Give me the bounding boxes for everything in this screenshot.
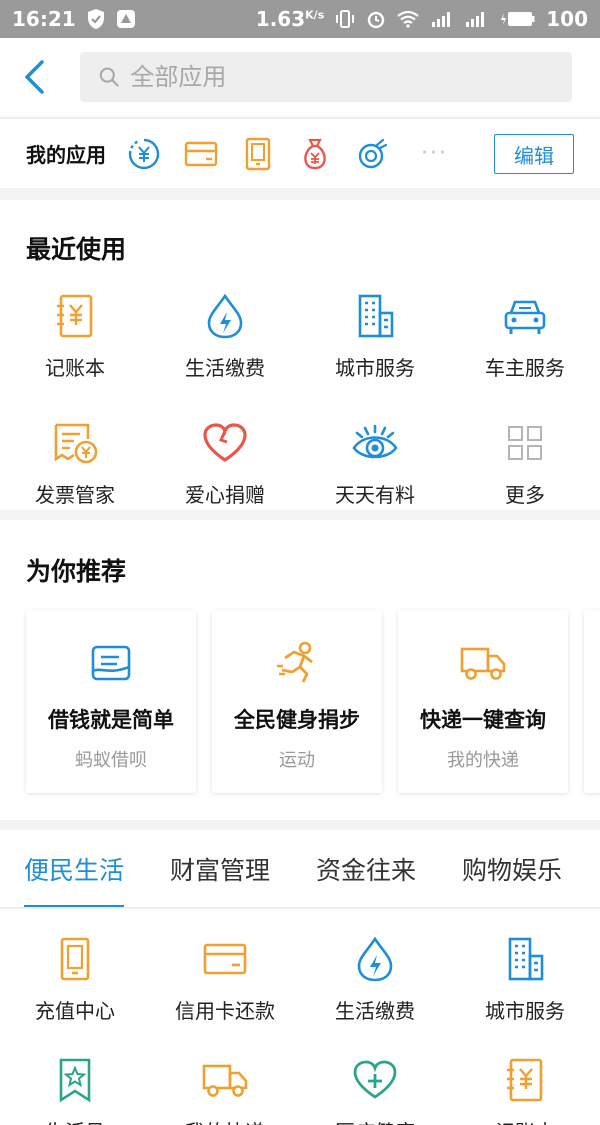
card-title: 借钱就是简单: [48, 708, 174, 732]
category-item-ledger[interactable]: 记账本: [450, 1054, 600, 1125]
recommend-card-loan[interactable]: 借钱就是简单 蚂蚁借呗: [26, 610, 196, 793]
search-input[interactable]: [130, 63, 572, 91]
recent-item-label: 生活缴费: [185, 356, 265, 380]
card-icon[interactable]: [183, 136, 219, 172]
recommend-card-partial[interactable]: [584, 610, 600, 793]
category-item-city[interactable]: 城市服务: [450, 933, 600, 1024]
building-icon: [499, 933, 551, 985]
heart-icon: [199, 417, 251, 469]
runner-icon: [272, 638, 322, 688]
recent-item-ledger[interactable]: 记账本: [0, 290, 150, 381]
category-item-recharge[interactable]: 充值中心: [0, 933, 150, 1024]
card-subtitle: 蚂蚁借呗: [75, 750, 147, 771]
dragon-icon[interactable]: [354, 136, 390, 172]
recent-item-label: 发票管家: [35, 483, 115, 507]
ledger-icon: [49, 290, 101, 342]
grid-more-icon: [499, 417, 551, 469]
search-header: [0, 38, 600, 116]
edit-button[interactable]: 编辑: [494, 134, 574, 174]
category-item-express[interactable]: 我的快递: [150, 1054, 300, 1125]
category-item-label: 我的快递: [185, 1116, 265, 1125]
truck-icon: [199, 1054, 251, 1106]
signal-icon: [464, 10, 488, 28]
more-dots: ···: [421, 141, 448, 166]
recommend-section: 为你推荐 借钱就是简单 蚂蚁借呗 全民健身捐步 运动 快递一键查询 我的快递: [0, 520, 600, 820]
recent-section: 最近使用 记账本 生活缴费 城市服务 车主服务 发票管家 爱心捐赠 天天有料 更…: [0, 200, 600, 510]
recent-item-label: 记账本: [45, 356, 105, 380]
alarm-icon: [366, 9, 386, 29]
category-tabs: 便民生活 财富管理 资金往来 购物娱乐: [0, 830, 600, 908]
wifi-icon: [396, 10, 420, 28]
vibrate-icon: [334, 9, 356, 29]
building-icon: [349, 290, 401, 342]
recommend-title: 为你推荐: [26, 557, 127, 586]
network-speed-unit: K/s: [305, 8, 325, 22]
water-bolt-icon: [349, 933, 401, 985]
ledger-icon: [499, 1054, 551, 1106]
category-item-credit-card[interactable]: 信用卡还款: [150, 933, 300, 1024]
my-apps-title: 我的应用: [26, 143, 106, 167]
recent-item-utilities[interactable]: 生活缴费: [150, 290, 300, 381]
recent-item-invoice[interactable]: 发票管家: [0, 417, 150, 508]
tab-transfers[interactable]: 资金往来: [316, 830, 416, 907]
recent-item-label: 爱心捐赠: [185, 483, 265, 507]
status-time: 16:21: [12, 7, 76, 31]
money-bag-icon[interactable]: [297, 136, 333, 172]
recent-title: 最近使用: [26, 235, 127, 264]
recent-item-label: 城市服务: [335, 356, 415, 380]
network-speed: 1.63: [255, 7, 306, 31]
category-item-life-account[interactable]: 生活号: [0, 1054, 150, 1125]
recommend-card-express[interactable]: 快递一键查询 我的快递: [398, 610, 568, 793]
card-subtitle: 我的快递: [447, 750, 519, 771]
car-icon: [499, 290, 551, 342]
recommend-card-fitness[interactable]: 全民健身捐步 运动: [212, 610, 382, 793]
phone-icon: [49, 933, 101, 985]
recent-item-label: 天天有料: [335, 483, 415, 507]
recent-item-car[interactable]: 车主服务: [450, 290, 600, 381]
card-subtitle: 运动: [279, 750, 315, 771]
tab-convenience[interactable]: 便民生活: [24, 830, 125, 907]
hand-money-icon: [86, 638, 136, 688]
invoice-icon: [49, 417, 101, 469]
signal-4g-icon: [430, 10, 454, 28]
battery-level: 100: [546, 7, 588, 31]
status-bar: 16:21 1.63K/s 100: [0, 0, 600, 38]
category-item-label: 记账本: [495, 1116, 555, 1125]
tablet-icon[interactable]: [240, 136, 276, 172]
category-item-label: 充值中心: [35, 999, 115, 1023]
tab-wealth[interactable]: 财富管理: [170, 830, 270, 907]
water-bolt-icon: [199, 290, 251, 342]
category-item-label: 生活号: [45, 1116, 105, 1125]
category-item-health[interactable]: 医疗健康: [300, 1054, 450, 1125]
my-apps-bar: 我的应用 ··· 编辑: [0, 118, 600, 188]
bookmark-star-icon: [49, 1054, 101, 1106]
chevron-left-icon: [25, 60, 44, 94]
search-icon: [99, 67, 119, 87]
app-notification-icon: [116, 9, 136, 29]
search-box[interactable]: [80, 52, 572, 102]
card-title: 全民健身捐步: [234, 708, 360, 732]
recent-item-label: 更多: [505, 483, 545, 507]
heart-plus-icon: [349, 1054, 401, 1106]
battery-icon: [498, 10, 536, 28]
eye-icon: [349, 417, 401, 469]
category-item-label: 医疗健康: [335, 1116, 415, 1125]
recent-item-label: 车主服务: [485, 356, 565, 380]
category-grid: 充值中心 信用卡还款 生活缴费 城市服务 生活号: [0, 909, 600, 1125]
recent-item-charity[interactable]: 爱心捐赠: [150, 417, 300, 508]
card-title: 快递一键查询: [420, 708, 546, 732]
recent-item-daily-news[interactable]: 天天有料: [300, 417, 450, 508]
category-item-label: 生活缴费: [335, 999, 415, 1023]
yuan-circle-icon[interactable]: [126, 136, 162, 172]
tab-shopping[interactable]: 购物娱乐: [462, 830, 562, 907]
recent-item-more[interactable]: 更多: [450, 417, 600, 508]
truck-icon: [458, 638, 508, 688]
back-button[interactable]: [22, 57, 62, 97]
category-item-utilities[interactable]: 生活缴费: [300, 933, 450, 1024]
credit-card-icon: [199, 933, 251, 985]
category-item-label: 信用卡还款: [175, 999, 275, 1023]
shield-icon: [86, 8, 106, 30]
category-item-label: 城市服务: [485, 999, 565, 1023]
recent-item-city[interactable]: 城市服务: [300, 290, 450, 381]
